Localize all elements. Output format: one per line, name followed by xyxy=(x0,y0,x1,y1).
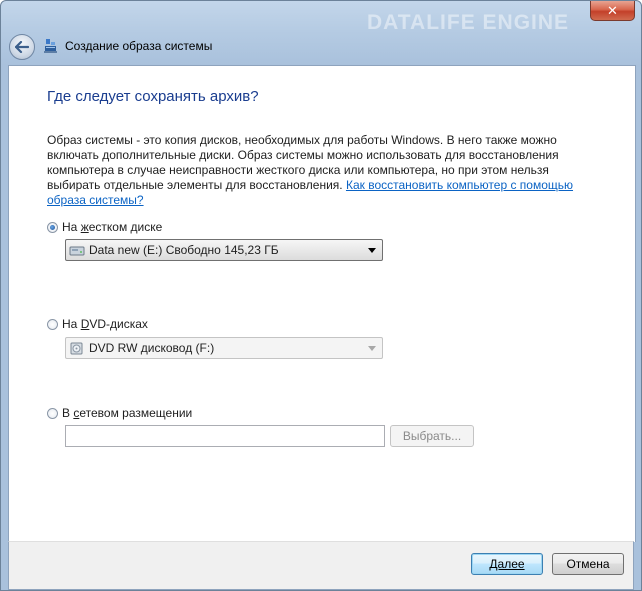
dvd-select[interactable]: DVD RW дисковод (F:) xyxy=(65,337,383,359)
hard-disk-select[interactable]: Data new (E:) Свободно 145,23 ГБ xyxy=(65,239,383,261)
page-heading: Где следует сохранять архив? xyxy=(47,88,259,105)
back-arrow-icon xyxy=(15,41,29,53)
chevron-down-icon xyxy=(368,247,376,253)
next-button-label: Далее xyxy=(489,557,525,571)
hard-disk-label: На жестком диске xyxy=(62,220,163,234)
back-button[interactable] xyxy=(9,34,35,60)
hard-drive-icon xyxy=(69,246,85,256)
hard-disk-radio[interactable] xyxy=(47,221,58,233)
network-label: В сетевом размещении xyxy=(62,406,193,420)
hard-disk-select-value: Data new (E:) Свободно 145,23 ГБ xyxy=(89,243,279,257)
network-radio[interactable] xyxy=(47,407,58,419)
option-network[interactable]: В сетевом размещении xyxy=(47,406,192,420)
backup-app-icon xyxy=(44,39,57,53)
wizard-content: Где следует сохранять архив? Образ систе… xyxy=(8,65,636,542)
dvd-label: На DVD-дисках xyxy=(62,317,148,331)
next-button[interactable]: Далее xyxy=(471,553,543,575)
description-text: Образ системы - это копия дисков, необхо… xyxy=(47,133,587,208)
cancel-button[interactable]: Отмена xyxy=(552,553,624,575)
watermark-text: DATALIFE ENGINE xyxy=(367,11,570,34)
browse-button[interactable]: Выбрать... xyxy=(390,425,474,447)
option-hard-disk[interactable]: На жестком диске xyxy=(47,220,162,234)
dvd-select-value: DVD RW дисковод (F:) xyxy=(89,341,215,355)
window-title: Создание образа системы xyxy=(65,39,213,53)
option-dvd[interactable]: На DVD-дисках xyxy=(47,317,148,331)
network-path-input[interactable] xyxy=(65,425,385,447)
dialog-window: DATALIFE ENGINE ✕ Создание образа систем… xyxy=(0,0,642,591)
close-icon: ✕ xyxy=(607,2,618,18)
dvd-drive-icon xyxy=(70,342,83,355)
wizard-footer: Далее Отмена xyxy=(8,541,634,590)
dvd-radio[interactable] xyxy=(47,318,58,330)
chevron-down-icon xyxy=(368,345,376,351)
close-button[interactable]: ✕ xyxy=(590,1,635,21)
